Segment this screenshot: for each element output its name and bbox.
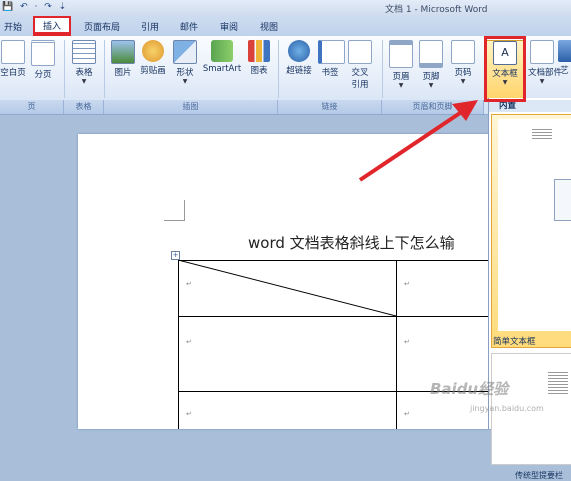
watermark-logo: Baidu经验 — [430, 380, 509, 398]
arrow-shaft — [358, 107, 468, 182]
red-arrow — [358, 100, 478, 182]
gallery-item-label: 传统型提要栏 — [515, 471, 563, 480]
watermark-url: jingyan.baidu.com — [470, 404, 544, 413]
